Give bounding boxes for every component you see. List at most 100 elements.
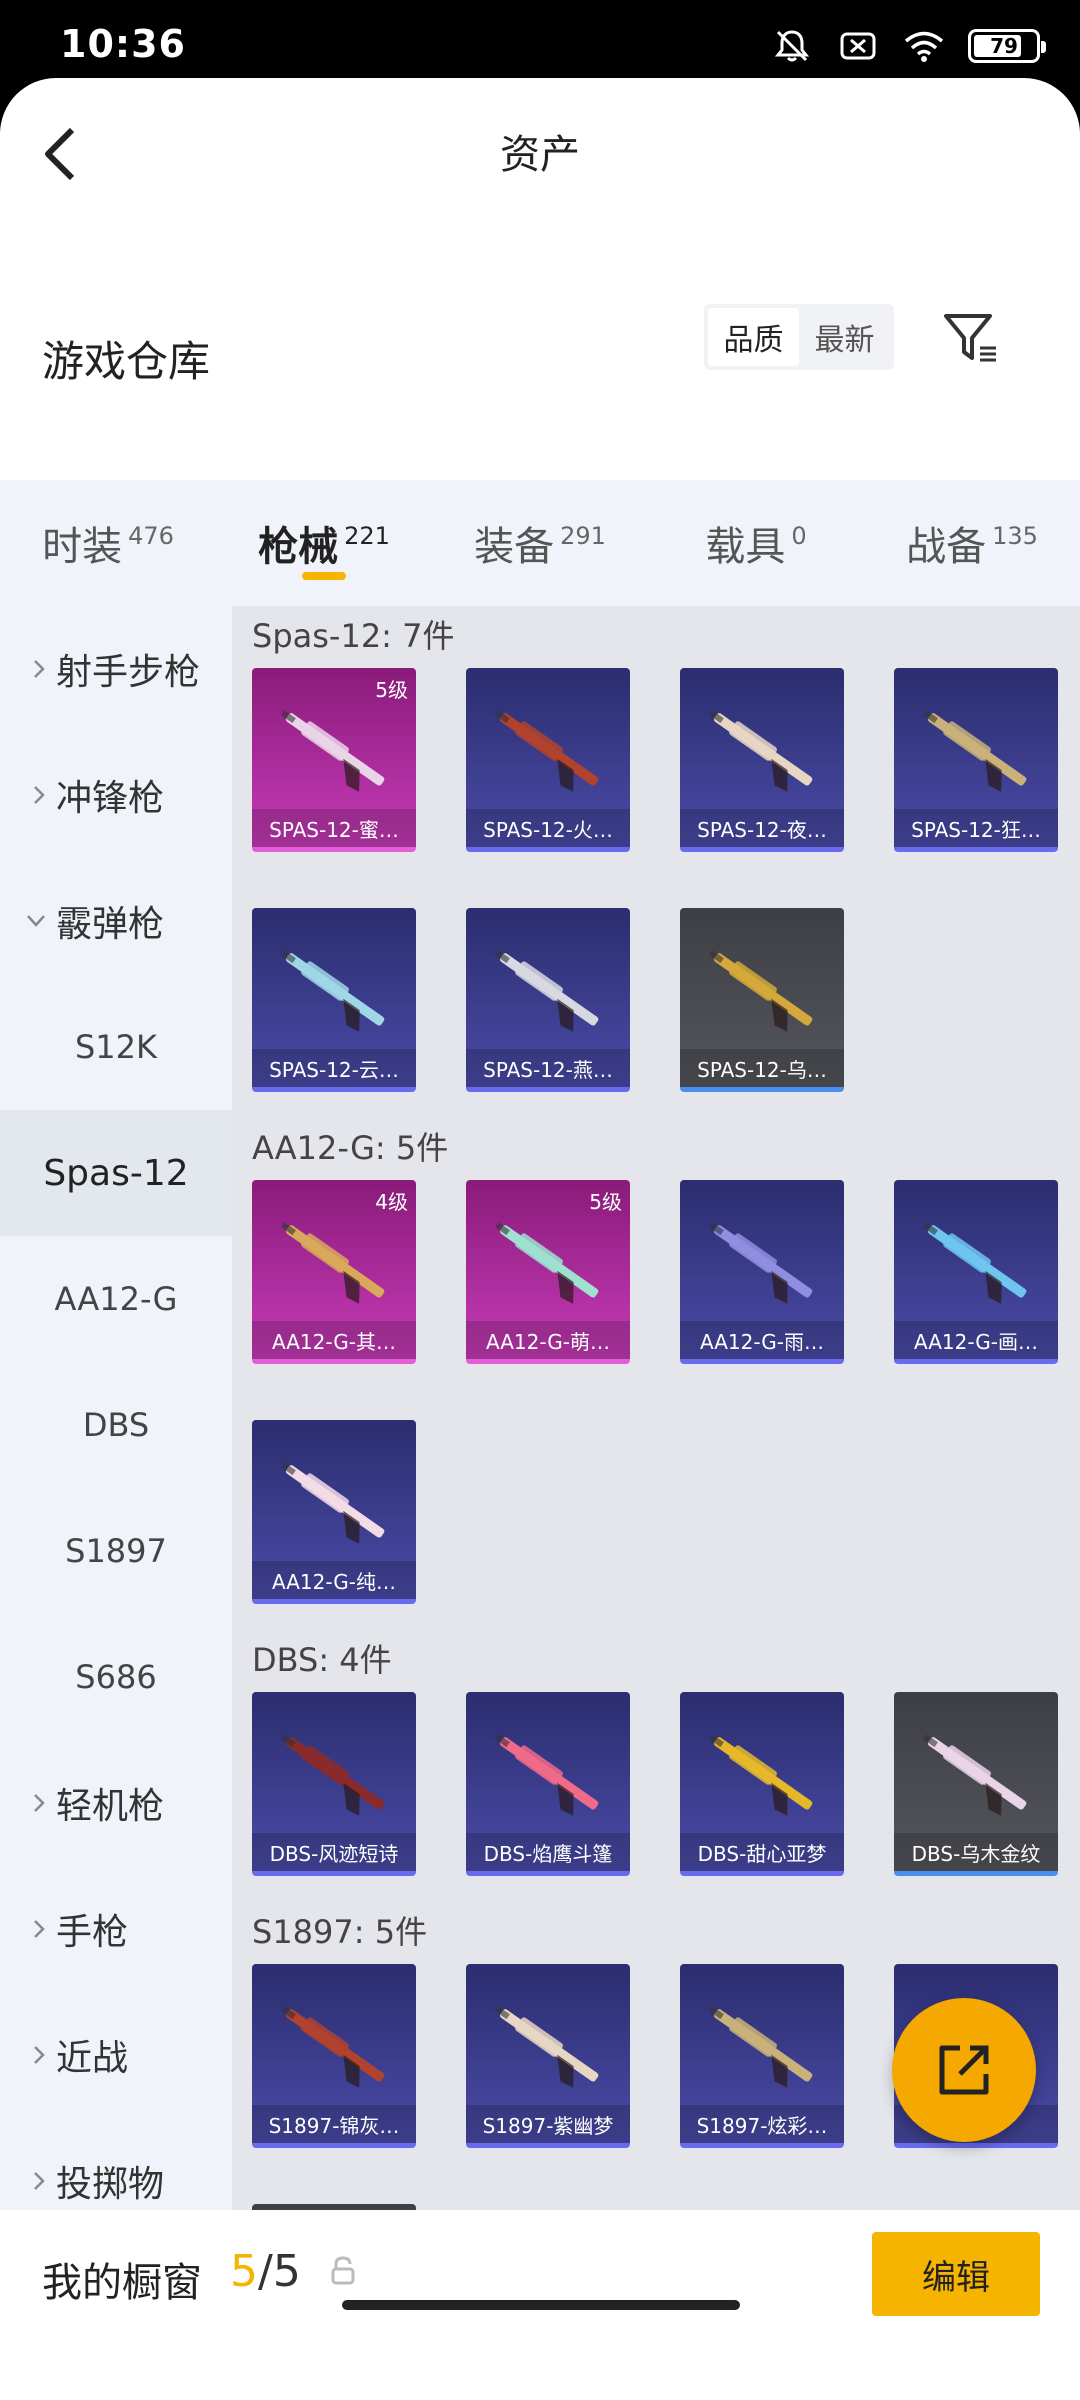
skin-name: S1897-锦灰…	[252, 2105, 416, 2143]
skin-name: S1897-紫幽梦	[466, 2105, 630, 2143]
tab-label: 战备	[906, 524, 987, 570]
weapon-image	[480, 696, 616, 806]
tab-count: 476	[128, 522, 174, 550]
skin-name: SPAS-12-乌…	[680, 1049, 844, 1087]
sort-option-quality[interactable]: 品质	[708, 308, 799, 366]
skin-name: SPAS-12-火…	[466, 809, 630, 847]
section-title: 游戏仓库	[42, 337, 211, 386]
tab-vehicles[interactable]: 载具 0	[648, 480, 864, 606]
skin-card[interactable]: AA12-G-雨…	[680, 1180, 844, 1364]
sidebar-item-label: S1897	[65, 1532, 167, 1570]
sidebar-item-label: AA12-G	[54, 1280, 178, 1318]
sidebar-item[interactable]: 射手步枪	[0, 606, 232, 732]
skin-card[interactable]: 5级 SPAS-12-蜜…	[252, 668, 416, 852]
sidebar-item-label: Spas-12	[43, 1152, 189, 1194]
skin-grid: 5级 SPAS-12-蜜… SPAS-12-火… SPAS-12-夜… SPAS-12-…	[232, 662, 1080, 1118]
lock-icon	[330, 2256, 356, 2286]
tab-equipment[interactable]: 装备 291	[432, 480, 648, 606]
sidebar-item[interactable]: AA12-G	[0, 1236, 232, 1362]
top-bar: 资产	[0, 78, 1080, 228]
tab-gear[interactable]: 战备 135	[864, 480, 1080, 606]
chevron-right-icon	[0, 659, 56, 679]
sidebar-item-label: DBS	[82, 1406, 150, 1444]
home-indicator[interactable]	[342, 2300, 740, 2310]
tab-count: 221	[344, 522, 390, 550]
tab-count: 291	[560, 522, 606, 550]
weapon-image	[694, 1208, 830, 1318]
sidebar-item-label: S12K	[74, 1028, 157, 1066]
sidebar-item[interactable]: S1897	[0, 1488, 232, 1614]
sidebar-item[interactable]: 冲锋枪	[0, 732, 232, 858]
wifi-icon	[902, 26, 946, 66]
sidebar-item[interactable]: S686	[0, 1614, 232, 1740]
weapon-image	[480, 1720, 616, 1830]
skin-name: AA12-G-纯…	[252, 1561, 416, 1599]
skin-name: DBS-焰鹰斗篷	[466, 1833, 630, 1871]
skin-card[interactable]: S1897-紫幽梦	[466, 1964, 630, 2148]
skin-card[interactable]: DBS-风迹短诗	[252, 1692, 416, 1876]
weapon-image	[266, 936, 402, 1046]
skin-name: S1897-炫彩…	[680, 2105, 844, 2143]
edit-button[interactable]: 编辑	[872, 2232, 1040, 2316]
skin-card[interactable]: 4级 AA12-G-其…	[252, 1180, 416, 1364]
skin-card[interactable]: SPAS-12-夜…	[680, 668, 844, 852]
weapon-type-sidebar: 射手步枪冲锋枪霰弹枪 S12K Spas-12 AA12-G DBS S1897 S686 轻…	[0, 606, 232, 2288]
chevron-right-icon	[0, 2045, 56, 2065]
sidebar-item[interactable]: 手枪	[0, 1866, 232, 1992]
tab-label: 枪械	[258, 524, 339, 570]
skin-card[interactable]: AA12-G-画…	[894, 1180, 1058, 1364]
page-title: 资产	[500, 132, 580, 178]
skin-card[interactable]: SPAS-12-火…	[466, 668, 630, 852]
skin-card[interactable]: SPAS-12-燕…	[466, 908, 630, 1092]
tab-label: 时装	[42, 524, 123, 570]
sidebar-item-label: 近战	[56, 2038, 129, 2079]
tab-firearms[interactable]: 枪械 221	[216, 480, 432, 606]
sidebar-item[interactable]: 轻机枪	[0, 1740, 232, 1866]
filter-button[interactable]	[938, 306, 1002, 370]
weapon-image	[908, 696, 1044, 806]
skin-name: DBS-乌木金纹	[894, 1833, 1058, 1871]
weapon-image	[266, 1448, 402, 1558]
skin-name: AA12-G-其…	[252, 1321, 416, 1359]
chevron-right-icon	[0, 1793, 56, 1813]
data-off-icon	[836, 26, 880, 66]
tab-count: 135	[992, 522, 1038, 550]
status-time: 10:36	[60, 22, 186, 66]
skin-card[interactable]: DBS-乌木金纹	[894, 1692, 1058, 1876]
skin-level: 4级	[375, 1190, 408, 1214]
sidebar-item-label: 手枪	[56, 1912, 129, 1953]
skin-card[interactable]: S1897-炫彩…	[680, 1964, 844, 2148]
sidebar-item[interactable]: 近战	[0, 1992, 232, 2118]
skin-card[interactable]: AA12-G-纯…	[252, 1420, 416, 1604]
skin-name: AA12-G-萌…	[466, 1321, 630, 1359]
skin-card[interactable]: SPAS-12-狂…	[894, 668, 1058, 852]
skin-card[interactable]: SPAS-12-云…	[252, 908, 416, 1092]
skin-card[interactable]: SPAS-12-乌…	[680, 908, 844, 1092]
skin-card[interactable]: S1897-锦灰…	[252, 1964, 416, 2148]
sidebar-item[interactable]: S12K	[0, 984, 232, 1110]
sidebar-item[interactable]: 霰弹枪	[0, 858, 232, 984]
group-title: DBS: 4件	[252, 1641, 392, 1679]
skin-card[interactable]: 5级 AA12-G-萌…	[466, 1180, 630, 1364]
weapon-image	[694, 936, 830, 1046]
sidebar-item-label: 射手步枪	[56, 652, 201, 693]
weapon-image	[266, 1720, 402, 1830]
tab-fashion[interactable]: 时装 476	[0, 480, 216, 606]
share-button[interactable]	[892, 1998, 1036, 2142]
filter-icon	[944, 314, 996, 362]
tab-active-indicator	[302, 572, 346, 580]
mute-icon	[770, 26, 814, 66]
chevron-right-icon	[0, 1919, 56, 1939]
skin-card[interactable]: DBS-焰鹰斗篷	[466, 1692, 630, 1876]
sidebar-item-label: 霰弹枪	[56, 904, 165, 945]
skin-card[interactable]: DBS-甜心亚梦	[680, 1692, 844, 1876]
sort-option-newest[interactable]: 最新	[799, 308, 890, 366]
chevron-down-icon	[0, 914, 56, 928]
group-title: S1897: 5件	[252, 1913, 428, 1951]
sidebar-item-label: 轻机枪	[56, 1786, 165, 1827]
chevron-right-icon	[0, 785, 56, 805]
showcase-current: 5	[230, 2246, 258, 2297]
chevron-right-icon	[0, 2171, 56, 2191]
sidebar-item[interactable]: DBS	[0, 1362, 232, 1488]
sidebar-item[interactable]: Spas-12	[0, 1110, 232, 1236]
